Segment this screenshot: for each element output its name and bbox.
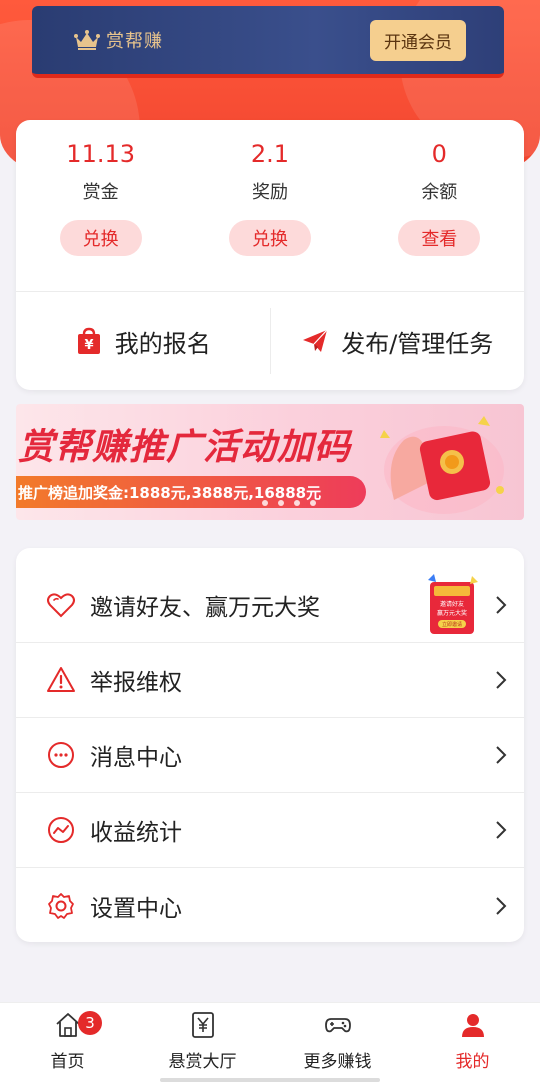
yen-icon	[191, 1012, 214, 1038]
menu-item-messages[interactable]: 消息中心	[16, 718, 524, 793]
notification-badge: 3	[78, 1011, 102, 1035]
promo-caption-1: 邀请好友	[440, 600, 464, 608]
chevron-right-icon	[496, 671, 507, 689]
promo-button-text: 立即邀请	[442, 621, 462, 628]
tab-more-earning[interactable]: 更多赚钱	[270, 1003, 405, 1084]
stat-label: 赏金	[82, 182, 119, 203]
publish-manage-label: 发布/管理任务	[341, 329, 494, 358]
home-indicator	[160, 1078, 380, 1082]
menu-item-settings[interactable]: 设置中心	[16, 868, 524, 943]
promo-caption-2: 赢万元大奖	[437, 609, 467, 617]
stats-row: 11.13 赏金 兑换 2.1 奖励 兑换 0 余额 查看	[16, 120, 524, 290]
tab-label: 更多赚钱	[303, 1052, 372, 1072]
tab-label: 我的	[455, 1052, 490, 1072]
gear-icon	[48, 892, 74, 919]
pagination-dot[interactable]	[278, 500, 284, 506]
tab-home[interactable]: 3 首页	[0, 1003, 135, 1084]
menu-list: 邀请好友、赢万元大奖 邀请好友 赢万元大奖 立即邀请 举报维权 消息中心 收益统…	[16, 548, 524, 942]
stats-icon	[48, 817, 74, 843]
tab-label: 首页	[50, 1052, 85, 1072]
gamepad-icon	[324, 1018, 351, 1033]
red-envelope-hand-icon	[380, 416, 504, 514]
chevron-right-icon	[496, 896, 507, 915]
stat-label: 余额	[421, 182, 458, 203]
tab-label: 悬赏大厅	[168, 1052, 237, 1072]
exchange-bounty-button[interactable]: 兑换	[59, 220, 142, 256]
heart-icon	[47, 593, 75, 618]
chevron-right-icon	[496, 746, 507, 764]
menu-label: 消息中心	[90, 745, 182, 771]
menu-item-report[interactable]: 举报维权	[16, 643, 524, 718]
chevron-right-icon	[496, 596, 507, 614]
pagination-dot[interactable]	[262, 500, 268, 506]
action-row: ¥ 我的报名 发布/管理任务	[16, 292, 524, 390]
menu-item-earnings[interactable]: 收益统计	[16, 793, 524, 868]
tab-mine[interactable]: 我的	[405, 1003, 540, 1084]
stat-reward: 2.1 奖励 兑换	[185, 120, 354, 290]
stat-label: 奖励	[251, 182, 288, 203]
my-signup-button[interactable]: ¥ 我的报名	[16, 292, 270, 390]
publish-manage-button[interactable]: 发布/管理任务	[271, 292, 525, 390]
stat-value: 2.1	[250, 140, 290, 168]
wallet-card: 11.13 赏金 兑换 2.1 奖励 兑换 0 余额 查看 ¥ 我的报名 发布/…	[16, 120, 524, 390]
stat-value: 0	[431, 140, 447, 168]
banner-pagination	[262, 500, 316, 506]
warning-icon	[47, 667, 75, 692]
bottom-tab-bar: 3 首页 悬赏大厅 更多赚钱 我的	[0, 1002, 540, 1084]
tab-bounty-hall[interactable]: 悬赏大厅	[135, 1003, 270, 1084]
user-icon	[461, 1014, 484, 1037]
svg-text:¥: ¥	[84, 338, 93, 353]
crown-icon	[74, 30, 100, 50]
stat-balance: 0 余额 查看	[355, 120, 524, 290]
menu-label: 收益统计	[90, 820, 182, 846]
send-plane-icon	[303, 329, 328, 352]
banner-title: 赏帮赚推广活动加码	[18, 427, 352, 468]
vip-brand-label: 赏帮赚	[106, 31, 163, 52]
red-envelope-promo-image: 邀请好友 赢万元大奖 立即邀请	[428, 574, 478, 634]
pagination-dot[interactable]	[310, 500, 316, 506]
promo-banner[interactable]: 赏帮赚推广活动加码 推广榜追加奖金:1888元,3888元,16888元	[16, 404, 524, 520]
pagination-dot[interactable]	[294, 500, 300, 506]
vip-brand-group: 赏帮赚	[74, 27, 163, 53]
menu-label: 设置中心	[90, 895, 182, 922]
exchange-reward-button[interactable]: 兑换	[228, 220, 311, 256]
stat-value: 11.13	[66, 140, 136, 168]
menu-label: 邀请好友、赢万元大奖	[90, 595, 320, 621]
chat-icon	[48, 742, 74, 768]
stat-bounty: 11.13 赏金 兑换	[16, 120, 185, 290]
menu-item-invite[interactable]: 邀请好友、赢万元大奖 邀请好友 赢万元大奖 立即邀请	[16, 568, 524, 643]
vip-card[interactable]: 赏帮赚 开通会员	[32, 6, 504, 78]
chevron-right-icon	[496, 821, 507, 839]
shopping-bag-yen-icon: ¥	[77, 327, 100, 354]
open-vip-button[interactable]: 开通会员	[370, 19, 466, 61]
my-signup-label: 我的报名	[114, 329, 211, 358]
menu-label: 举报维权	[90, 670, 182, 696]
view-balance-button[interactable]: 查看	[398, 220, 481, 256]
